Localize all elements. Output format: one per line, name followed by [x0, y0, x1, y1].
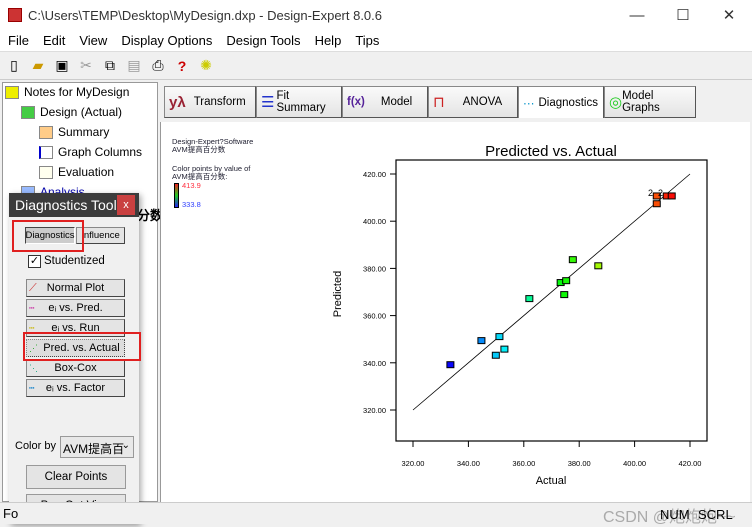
close-icon[interactable]: x	[117, 195, 135, 215]
tab-anova[interactable]: ⊓ ANOVA	[428, 86, 518, 118]
residuals-vs-predicted-button[interactable]: ┅ eᵢ vs. Pred.	[26, 299, 125, 317]
contour-icon: ◎	[609, 94, 623, 111]
clear-points-button[interactable]: Clear Points	[26, 465, 126, 489]
new-icon[interactable]: ▯	[5, 57, 23, 75]
legend-max: 413.9	[182, 181, 201, 190]
tab-transform[interactable]: yλ Transform	[164, 86, 256, 118]
function-icon: f(x)	[347, 96, 365, 108]
studentized-checkbox[interactable]: ✓	[28, 255, 41, 268]
cut-icon[interactable]: ✂	[77, 57, 95, 75]
menu-bar: File Edit View Display Options Design To…	[0, 30, 752, 52]
tree-item-design[interactable]: Design (Actual)	[21, 105, 122, 119]
normal-plot-icon: ⟋	[29, 281, 37, 294]
box-cox-icon: ⋱	[29, 362, 38, 373]
window-title: C:\Users\TEMP\Desktop\MyDesign.dxp - Des…	[28, 7, 383, 23]
tree-item-evaluation[interactable]: Evaluation	[39, 165, 114, 179]
legend-min: 333.8	[182, 200, 201, 209]
minimize-button[interactable]: —	[614, 0, 660, 30]
status-num: NUM	[660, 507, 690, 522]
graph-pane: Design-Expert?Software AVM提高百分数 Color po…	[160, 122, 750, 502]
chevron-down-icon: ⌄	[121, 440, 130, 451]
tip-icon[interactable]: ✺	[197, 57, 215, 75]
paste-icon[interactable]: ▤	[125, 57, 143, 75]
transform-icon: yλ	[169, 93, 186, 111]
diagnostics-tool-header[interactable]: Diagnostics Tool x	[9, 193, 139, 217]
grid-icon	[21, 105, 35, 119]
toolbar: ▯ ▰ ▣ ✂ ⧉ ▤ ⎙ ? ✺	[0, 52, 752, 80]
menu-design-tools[interactable]: Design Tools	[218, 33, 306, 48]
title-bar: C:\Users\TEMP\Desktop\MyDesign.dxp - Des…	[0, 0, 752, 30]
residual-plot-icon: ┅	[29, 302, 35, 313]
menu-file[interactable]: File	[0, 33, 35, 48]
status-text: Fo	[3, 506, 19, 521]
menu-view[interactable]: View	[71, 33, 113, 48]
color-by-response: AVM提高百分数:	[172, 172, 228, 181]
tree-item-notes[interactable]: Notes for MyDesign	[5, 85, 129, 99]
response-label: AVM提高百分数	[172, 145, 226, 154]
menu-help[interactable]: Help	[307, 33, 348, 48]
menu-edit[interactable]: Edit	[35, 33, 71, 48]
box-cox-button[interactable]: ⋱ Box-Cox	[26, 359, 125, 377]
magnifier-icon	[39, 165, 53, 179]
color-legend-bar	[174, 183, 179, 208]
tree-item-graph-columns[interactable]: Graph Columns	[39, 145, 142, 159]
status-scrl: SCRL	[698, 507, 733, 522]
list-icon: ☰	[261, 94, 275, 111]
open-icon[interactable]: ▰	[29, 57, 47, 75]
analysis-tabs: yλ Transform ☰ Fit Summary f(x) Model ⊓ ANOV…	[164, 86, 696, 118]
factor-plot-icon: ┅	[29, 382, 35, 393]
status-bar: Fo CSDN @炮炮炮~~ NUM SCRL	[0, 502, 752, 526]
tab-fit-summary[interactable]: ☰ Fit Summary	[256, 86, 342, 118]
color-by-label: Color by	[15, 440, 56, 452]
highlight-pred-vs-actual	[23, 332, 141, 361]
menu-tips[interactable]: Tips	[347, 33, 385, 48]
color-by-select[interactable]: AVM提高百 ⌄	[60, 436, 134, 458]
folder-icon	[5, 85, 19, 99]
help-icon[interactable]: ?	[173, 57, 191, 75]
tab-model-graphs[interactable]: ◎ Model Graphs	[604, 86, 696, 118]
copy-icon[interactable]: ⧉	[101, 57, 119, 75]
summary-icon	[39, 125, 53, 139]
app-icon	[8, 8, 22, 22]
tab-diagnostics[interactable]: ⋯ Diagnostics	[518, 86, 604, 118]
highlight-diagnostics-tab	[12, 220, 84, 252]
maximize-button[interactable]: ☐	[660, 0, 706, 30]
normal-plot-button[interactable]: ⟋ Normal Plot	[26, 279, 125, 297]
menu-display-options[interactable]: Display Options	[113, 33, 218, 48]
save-icon[interactable]: ▣	[53, 57, 71, 75]
graph-icon	[39, 145, 53, 159]
diagnostics-icon: ⋯	[523, 97, 535, 110]
residuals-vs-factor-button[interactable]: ┅ eᵢ vs. Factor	[26, 379, 125, 397]
close-button[interactable]: ✕	[706, 0, 752, 30]
print-icon[interactable]: ⎙	[149, 57, 167, 75]
distribution-icon: ⊓	[433, 94, 445, 111]
tab-model[interactable]: f(x) Model	[342, 86, 428, 118]
studentized-label: Studentized	[44, 255, 105, 267]
tree-item-summary[interactable]: Summary	[39, 125, 109, 139]
